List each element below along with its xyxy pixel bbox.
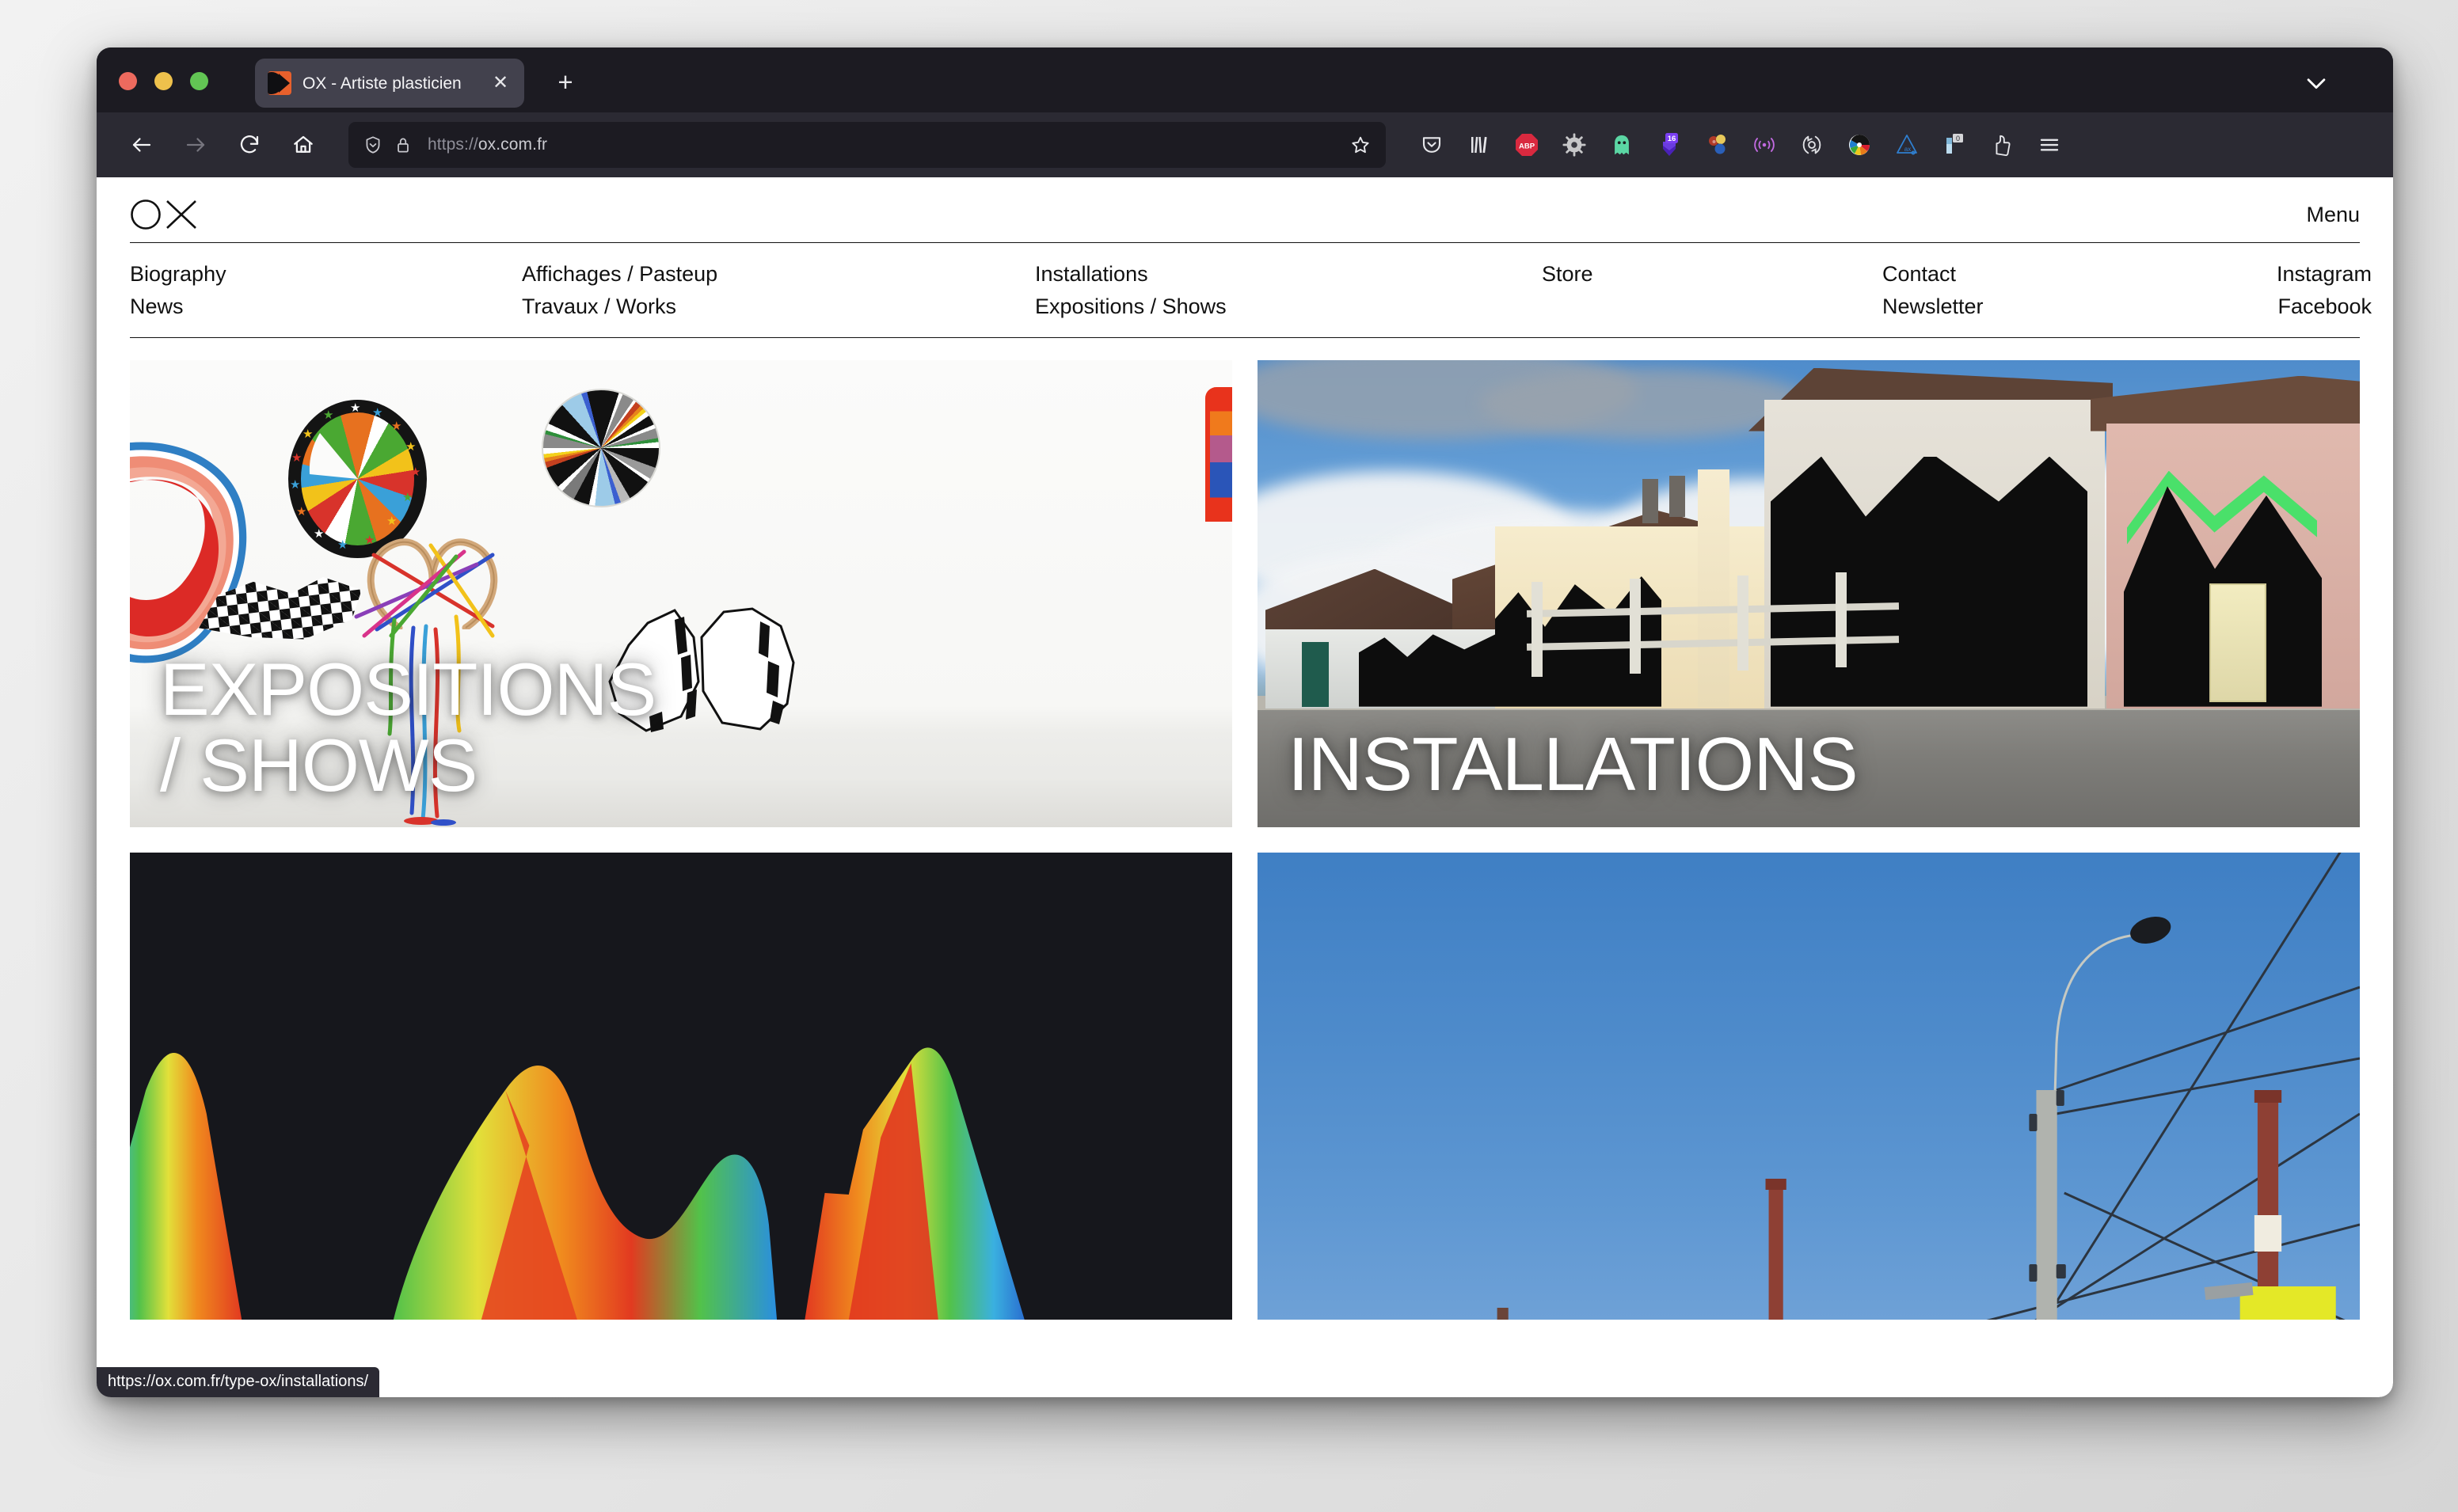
ghostery-icon[interactable] (1598, 121, 1646, 169)
library-icon[interactable] (1455, 121, 1503, 169)
nav-column-2: Affichages / Pasteup Travaux / Works (522, 262, 1035, 320)
nav-column-1: Biography News (130, 262, 522, 320)
sidebar-item-store[interactable]: Store (1542, 262, 1882, 287)
tracking-protection-shield-icon[interactable] (363, 135, 383, 155)
site-header: Menu (130, 177, 2360, 234)
minimize-window-button[interactable] (154, 72, 173, 90)
menu-button[interactable]: Menu (2306, 203, 2360, 227)
tile-sky-poles[interactable] (1258, 852, 2360, 1320)
sky-poles-image (1258, 852, 2360, 1320)
account-icon[interactable] (1978, 121, 2026, 169)
svg-text:ABP: ABP (1519, 142, 1535, 151)
sidebar-item-travaux-works[interactable]: Travaux / Works (522, 294, 1035, 319)
url-host: ox.com.fr (478, 135, 548, 154)
nav-column-4: Store (1542, 262, 1882, 320)
extensions-tray: ABP 16 ax 0 (1408, 121, 2073, 169)
ox-circle-x-logo[interactable] (130, 196, 203, 233)
social-link-facebook[interactable]: Facebook (2277, 294, 2372, 319)
home-button[interactable] (280, 122, 326, 168)
reload-button[interactable] (226, 122, 272, 168)
artwork-red-bar (1205, 386, 1232, 522)
ox-favicon (268, 71, 291, 95)
color-wheel-icon[interactable] (1836, 121, 1883, 169)
tile-expositions-shows[interactable]: ★ ★ ★ ★ ★ ★ ★ ★ ★ ★ ★ ★ ★ ★ ★ EXPOSITION… (130, 359, 1232, 827)
sidebar-item-biography[interactable]: Biography (130, 262, 522, 287)
rainbow-peaks-image (130, 852, 1232, 1320)
svg-text:16: 16 (1668, 135, 1676, 143)
tile-grid: ★ ★ ★ ★ ★ ★ ★ ★ ★ ★ ★ ★ ★ ★ ★ EXPOSITION… (130, 338, 2360, 1320)
adblock-plus-icon[interactable]: ABP (1503, 121, 1551, 169)
sidebar-item-news[interactable]: News (130, 294, 522, 319)
star-outline-icon[interactable] (1349, 134, 1372, 156)
status-link-preview: https://ox.com.fr/type-ox/installations/ (97, 1367, 380, 1397)
back-button[interactable] (119, 122, 165, 168)
nav-column-6: Instagram Facebook (2277, 262, 2372, 320)
svg-text:ax: ax (1904, 146, 1911, 153)
wifi-signal-icon[interactable] (1741, 121, 1788, 169)
sidebar-item-newsletter[interactable]: Newsletter (1882, 294, 2277, 319)
gallery-wall-image: ★ ★ ★ ★ ★ ★ ★ ★ ★ ★ ★ ★ ★ ★ ★ (130, 359, 1232, 827)
nav-column-3: Installations Expositions / Shows (1035, 262, 1542, 320)
maximize-window-button[interactable] (190, 72, 208, 90)
axe-devtools-icon[interactable]: ax (1883, 121, 1931, 169)
sync-icon[interactable] (1788, 121, 1836, 169)
tile-rainbow-peaks[interactable] (130, 852, 1232, 1320)
sidebar-item-affichages-pasteup[interactable]: Affichages / Pasteup (522, 262, 1035, 287)
social-link-instagram[interactable]: Instagram (2277, 262, 2372, 287)
sidebar-item-contact[interactable]: Contact (1882, 262, 2277, 287)
artwork-ray-disc (542, 388, 660, 507)
nav-column-5: Contact Newsletter (1882, 262, 2277, 320)
tab-title: OX - Artiste plasticien (302, 74, 462, 92)
gear-settings-icon[interactable] (1551, 121, 1598, 169)
navigation-toolbar: https://ox.com.fr ABP 16 ax 0 (97, 112, 2393, 177)
pocket-icon[interactable] (1408, 121, 1455, 169)
browser-window: OX - Artiste plasticien ✕ + https://ox.c… (97, 47, 2393, 1397)
address-bar[interactable]: https://ox.com.fr (348, 122, 1386, 168)
artwork-colored-strings (354, 543, 495, 826)
downloads-icon[interactable]: 0 (1931, 121, 1978, 169)
svg-text:0: 0 (1956, 135, 1960, 142)
ox-website: Menu Biography News Affichages / Pasteup… (97, 177, 2393, 1320)
url-text[interactable]: https://ox.com.fr (428, 135, 1349, 154)
tab-strip: OX - Artiste plasticien ✕ + (97, 47, 2393, 112)
site-navigation: Biography News Affichages / Pasteup Trav… (130, 243, 2372, 337)
street-cabinet (2209, 583, 2266, 702)
hamburger-menu-icon[interactable] (2026, 121, 2073, 169)
purple-shield-icon[interactable]: 16 (1646, 121, 1693, 169)
window-controls (119, 72, 208, 90)
sidebar-item-installations[interactable]: Installations (1035, 262, 1542, 287)
chevron-down-icon[interactable] (2303, 70, 2330, 97)
sidebar-item-expositions-shows[interactable]: Expositions / Shows (1035, 294, 1542, 319)
installations-photo (1258, 359, 2360, 827)
close-window-button[interactable] (119, 72, 137, 90)
road (1258, 708, 2360, 827)
page-viewport: Menu Biography News Affichages / Pasteup… (97, 177, 2393, 1397)
forward-button[interactable] (173, 122, 219, 168)
browser-tab[interactable]: OX - Artiste plasticien ✕ (255, 59, 524, 108)
url-scheme: https:// (428, 135, 478, 154)
artwork-black-white-rocks (608, 607, 795, 732)
tile-installations[interactable]: INSTALLATIONS (1258, 359, 2360, 827)
new-tab-button[interactable]: + (552, 69, 579, 97)
close-icon[interactable]: ✕ (489, 72, 512, 94)
padlock-icon[interactable] (393, 135, 413, 155)
colorzilla-icon[interactable] (1693, 121, 1741, 169)
